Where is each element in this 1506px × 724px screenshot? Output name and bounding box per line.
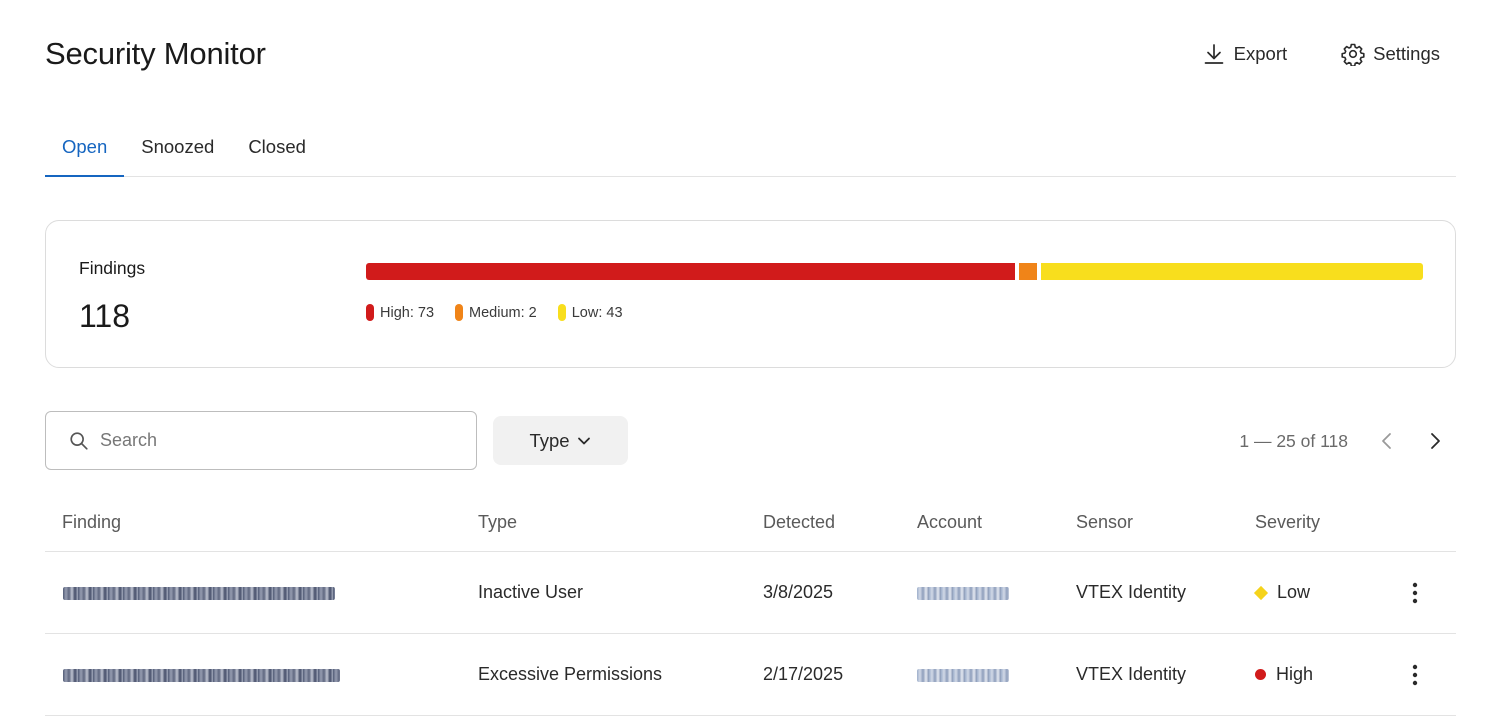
cell-type: Excessive Permissions xyxy=(478,664,663,684)
cell-severity: Low xyxy=(1253,582,1311,603)
search-box[interactable] xyxy=(45,411,477,470)
severity-segment-high xyxy=(366,263,1015,280)
cell-sensor: VTEX Identity xyxy=(1076,582,1187,602)
column-header-severity[interactable]: Severity xyxy=(1255,512,1320,533)
type-filter-button[interactable]: Type xyxy=(493,416,628,465)
row-more-button[interactable] xyxy=(1403,661,1427,689)
legend-label-high: High: 73 xyxy=(380,304,435,321)
page-title: Security Monitor xyxy=(45,36,266,71)
table-row[interactable]: Excessive Permissions 2/17/2025 VTEX Ide… xyxy=(45,634,1456,716)
tab-closed[interactable]: Closed xyxy=(231,124,323,177)
cell-detected: 2/17/2025 xyxy=(763,664,844,684)
search-icon xyxy=(70,431,88,450)
column-header-detected[interactable]: Detected xyxy=(763,512,835,533)
more-vertical-icon xyxy=(1412,582,1418,604)
chevron-left-icon xyxy=(1382,433,1391,449)
header-actions: Export Settings xyxy=(1202,42,1440,66)
column-header-type[interactable]: Type xyxy=(478,512,517,533)
severity-segment-low xyxy=(1041,263,1423,280)
search-input[interactable] xyxy=(100,430,440,451)
table-header: Finding Type Detected Account Sensor Sev… xyxy=(45,494,1456,552)
export-button[interactable]: Export xyxy=(1202,42,1287,66)
row-more-button[interactable] xyxy=(1403,579,1427,607)
redacted-account xyxy=(917,669,1009,682)
previous-page-button[interactable] xyxy=(1374,426,1400,456)
dot-icon xyxy=(1255,669,1266,680)
pagination: 1 — 25 of 118 xyxy=(1239,426,1448,456)
findings-summary-card: Findings 118 High: 73 Medium: 2 Low: 43 xyxy=(45,220,1456,368)
download-icon xyxy=(1204,44,1224,64)
gear-icon xyxy=(1341,43,1365,66)
tab-snoozed[interactable]: Snoozed xyxy=(124,124,231,177)
redacted-account xyxy=(917,587,1009,600)
redacted-finding-name[interactable] xyxy=(63,669,340,682)
settings-label: Settings xyxy=(1373,43,1440,64)
diamond-icon xyxy=(1253,585,1269,600)
findings-table: Finding Type Detected Account Sensor Sev… xyxy=(45,494,1456,716)
more-vertical-icon xyxy=(1412,664,1418,686)
tab-open[interactable]: Open xyxy=(45,124,125,177)
severity-label: Low xyxy=(1277,582,1311,602)
findings-label: Findings xyxy=(79,258,146,278)
legend-item-high: High: 73 xyxy=(366,304,434,321)
severity-label: High xyxy=(1276,664,1314,684)
legend-label-low: Low: 43 xyxy=(571,304,623,321)
legend-swatch-high xyxy=(366,304,374,321)
legend-item-medium: Medium: 2 xyxy=(455,304,537,321)
column-header-account[interactable]: Account xyxy=(917,512,982,533)
next-page-button[interactable] xyxy=(1422,426,1448,456)
settings-button[interactable]: Settings xyxy=(1341,42,1440,66)
findings-count: 118 xyxy=(79,298,131,334)
column-header-finding[interactable]: Finding xyxy=(62,512,121,533)
redacted-finding-name[interactable] xyxy=(63,587,335,600)
legend-swatch-low xyxy=(557,304,566,321)
legend-label-medium: Medium: 2 xyxy=(469,304,537,321)
cell-type: Inactive User xyxy=(478,582,584,602)
legend-item-low: Low: 43 xyxy=(557,304,623,321)
table-row[interactable]: Inactive User 3/8/2025 VTEX Identity Low xyxy=(45,552,1456,634)
status-tabs: Open Snoozed Closed xyxy=(45,124,1456,177)
severity-distribution-bar xyxy=(366,263,1423,280)
cell-severity: High xyxy=(1255,664,1313,685)
legend-swatch-medium xyxy=(455,304,464,321)
chevron-right-icon xyxy=(1431,433,1440,449)
cell-detected: 3/8/2025 xyxy=(763,582,834,602)
export-label: Export xyxy=(1233,43,1288,64)
severity-segment-medium xyxy=(1019,263,1037,280)
chevron-down-icon xyxy=(577,437,590,444)
pagination-range: 1 — 25 of 118 xyxy=(1239,430,1348,451)
type-filter-label: Type xyxy=(529,429,570,451)
severity-legend: High: 73 Medium: 2 Low: 43 xyxy=(366,304,623,321)
cell-sensor: VTEX Identity xyxy=(1076,664,1187,684)
column-header-sensor[interactable]: Sensor xyxy=(1076,512,1133,533)
